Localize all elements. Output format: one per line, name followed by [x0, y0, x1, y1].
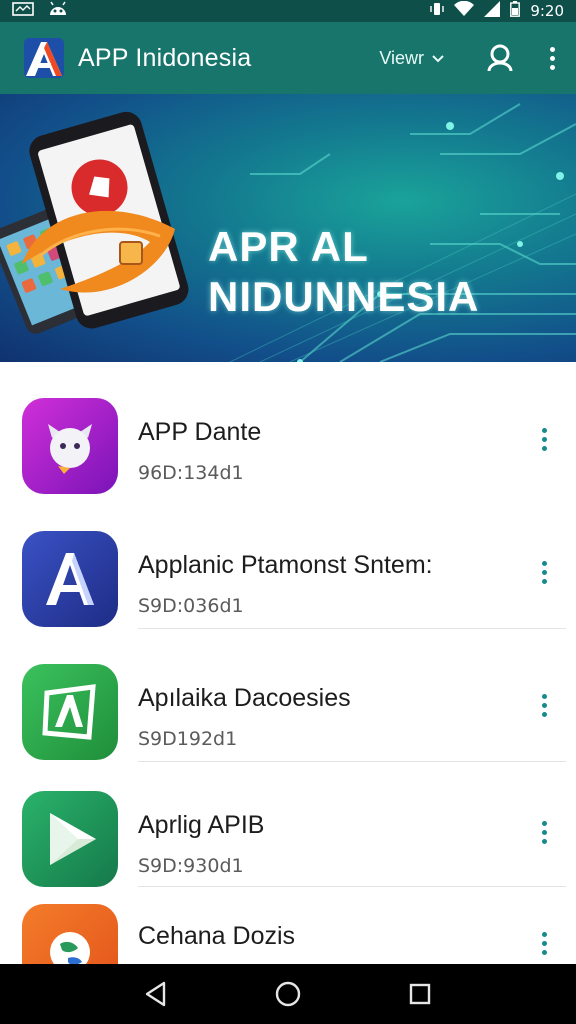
app-logo-icon	[22, 36, 66, 80]
more-vert-icon[interactable]	[538, 428, 550, 451]
letter-a-icon	[22, 531, 118, 627]
screenshot-icon	[12, 1, 34, 21]
ghost-face-icon	[22, 398, 118, 494]
more-vert-icon[interactable]	[538, 932, 550, 955]
android-face-icon	[48, 1, 68, 22]
more-vert-icon[interactable]	[538, 821, 550, 844]
more-vert-icon[interactable]	[538, 561, 550, 584]
app-list: APP Dante 96D:134d1 Applanic Ptamonst Sn…	[0, 362, 576, 964]
list-item[interactable]: Aprlig APIB S9D:930d1	[0, 761, 576, 887]
home-circle-icon[interactable]	[268, 974, 308, 1014]
status-left	[12, 1, 68, 22]
app-meta: S9D192d1	[138, 728, 238, 750]
phones-illustration-icon	[0, 111, 189, 334]
app-title: APP Inidonesia	[78, 43, 252, 72]
banner-headline: APR AL NIDUNNESIA	[208, 226, 479, 318]
battery-icon	[510, 1, 521, 21]
list-item[interactable]: Apılaika Dacoesies S9D192d1	[0, 628, 576, 762]
app-name: Applanic Ptamonst Sntem:	[138, 551, 433, 579]
view-dropdown-label: Viewr	[379, 47, 424, 68]
list-item[interactable]: Cehana Dozis	[0, 886, 576, 964]
app-name: Aprlig APIB	[138, 811, 265, 839]
vibrate-icon	[430, 1, 445, 21]
more-vert-icon[interactable]	[542, 46, 562, 70]
view-dropdown[interactable]: Viewr	[379, 48, 444, 69]
status-bar: 9:20	[0, 0, 576, 22]
play-triangle-icon	[22, 791, 118, 887]
app-meta: S9D:930d1	[138, 855, 244, 877]
recents-square-icon[interactable]	[400, 974, 440, 1014]
status-right: 9:20	[430, 0, 564, 21]
user-search-icon[interactable]	[480, 38, 520, 78]
promo-banner[interactable]: APR AL NIDUNNESIA	[0, 94, 576, 362]
list-item[interactable]: Applanic Ptamonst Sntem: S9D:036d1	[0, 495, 576, 629]
app-name: Apılaika Dacoesies	[138, 684, 351, 712]
app-bar: APP Inidonesia Viewr	[0, 22, 576, 94]
app-meta: 96D:134d1	[138, 462, 244, 484]
banner-line2: NIDUNNESIA	[208, 273, 480, 320]
app-meta: S9D:036d1	[138, 595, 244, 617]
chevron-down-icon	[432, 50, 444, 66]
status-time: 9:20	[530, 2, 564, 20]
more-vert-icon[interactable]	[538, 694, 550, 717]
signal-icon	[484, 1, 501, 21]
wifi-icon	[454, 0, 475, 21]
app-name: APP Dante	[138, 418, 262, 446]
app-screen: 9:20 APP Inidonesia Viewr APR AL NIDUNNE…	[0, 0, 576, 1024]
letter-a-box-icon	[22, 664, 118, 760]
list-item[interactable]: APP Dante 96D:134d1	[0, 362, 576, 495]
system-nav-bar	[0, 964, 576, 1024]
back-triangle-icon[interactable]	[136, 974, 176, 1014]
banner-line1: APR AL	[208, 223, 369, 270]
app-name: Cehana Dozis	[138, 922, 296, 950]
globe-icon	[22, 904, 118, 964]
